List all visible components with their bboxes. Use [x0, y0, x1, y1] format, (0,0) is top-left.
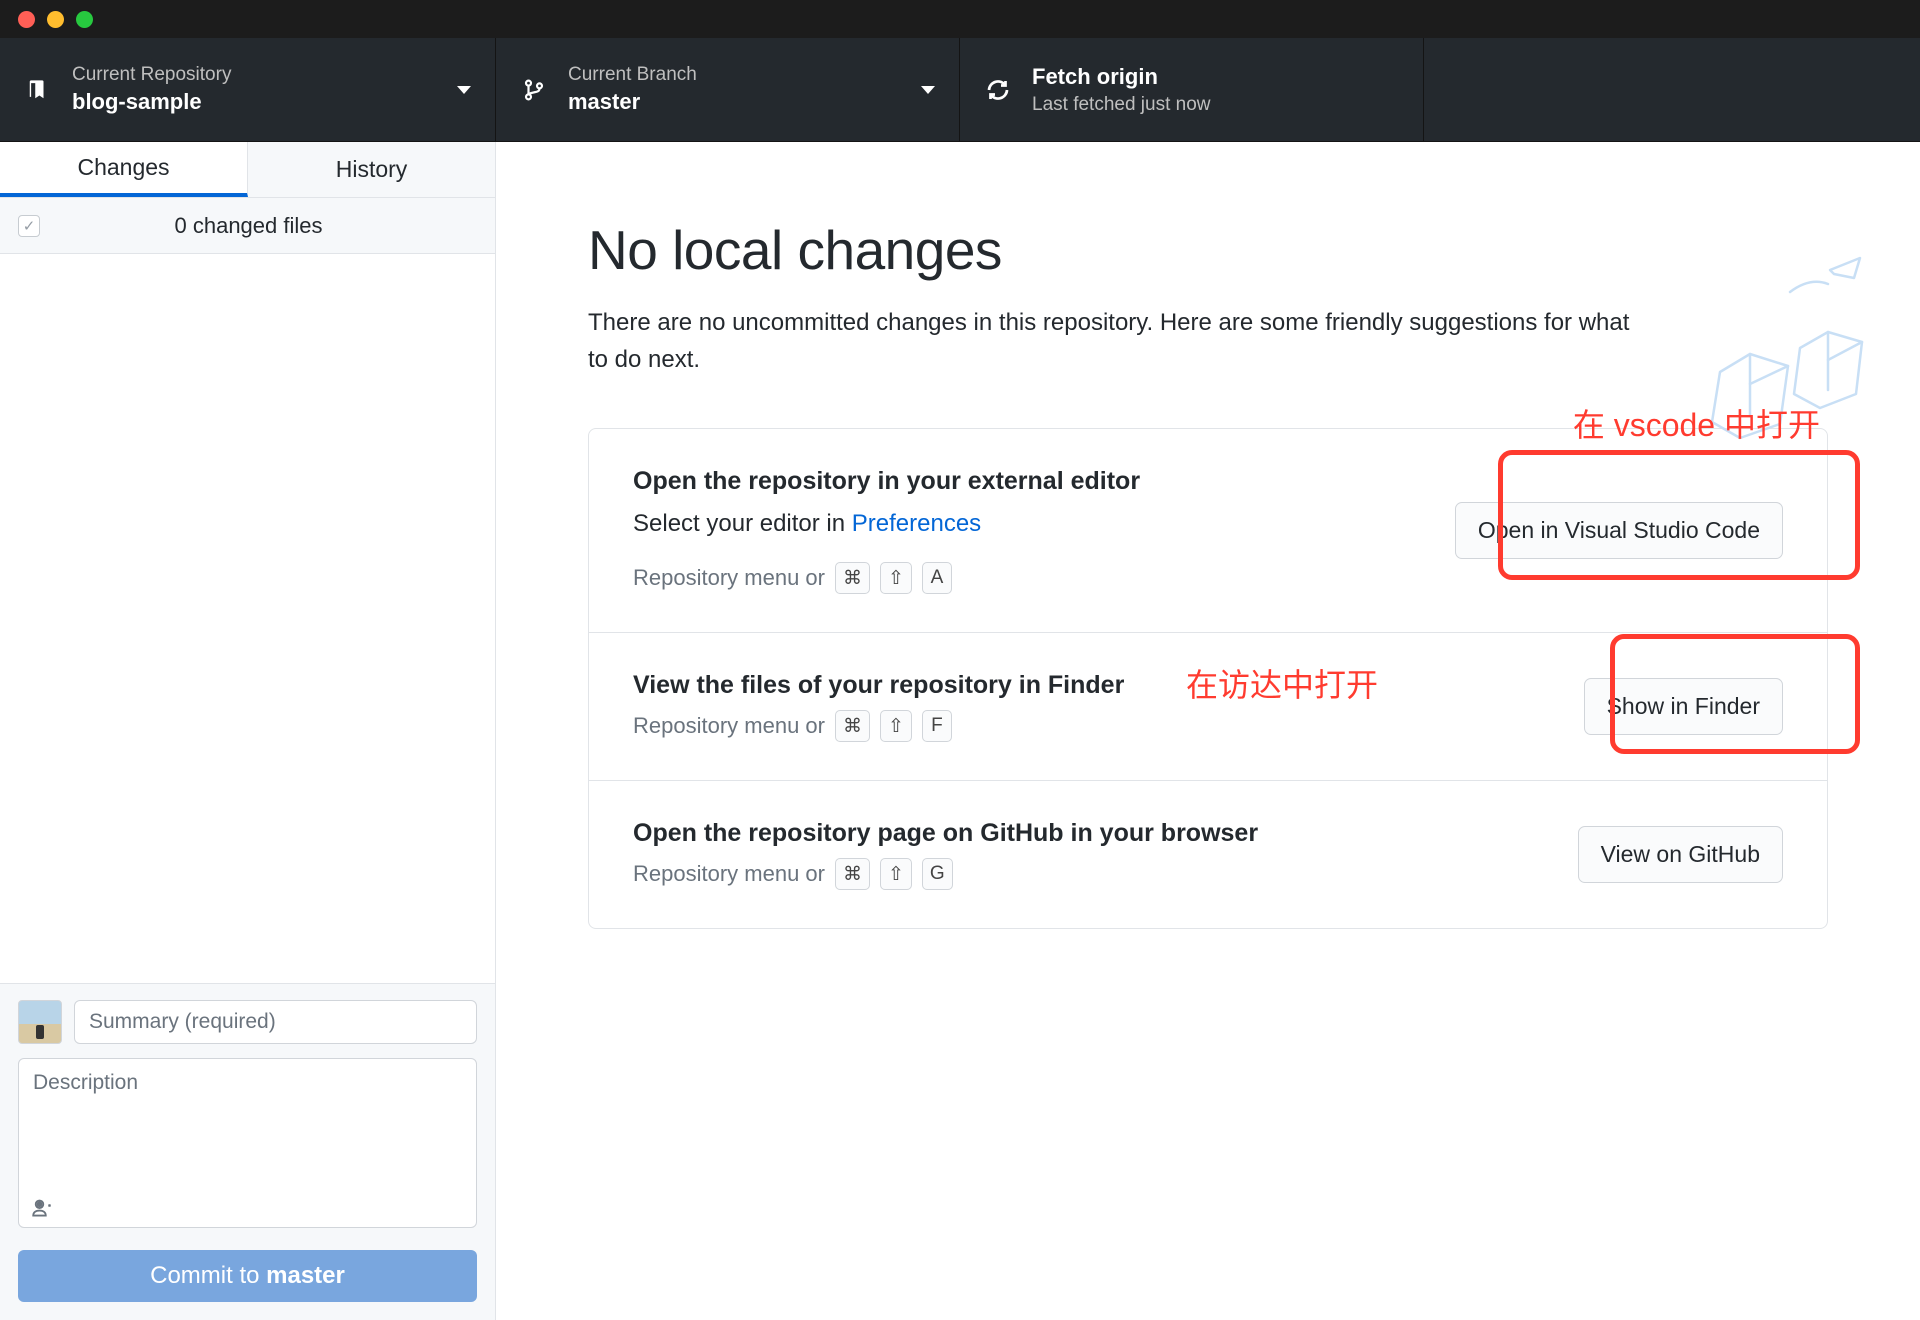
- page-title: No local changes: [588, 218, 1828, 282]
- view-github-button[interactable]: View on GitHub: [1578, 826, 1783, 883]
- card-hint: Repository menu or ⌘ ⇧ A: [633, 562, 1425, 594]
- branch-label: Current Branch: [568, 62, 697, 88]
- card-open-editor: Open the repository in your external edi…: [589, 429, 1827, 633]
- card-hint: Repository menu or ⌘ ⇧ F: [633, 710, 1554, 742]
- commit-form: Commit to master: [0, 983, 495, 1320]
- suggestion-cards: Open the repository in your external edi…: [588, 428, 1828, 929]
- branch-icon: [520, 79, 548, 101]
- titlebar: [0, 0, 1920, 38]
- open-vscode-button[interactable]: Open in Visual Studio Code: [1455, 502, 1783, 559]
- fetch-origin-button[interactable]: Fetch origin Last fetched just now: [960, 38, 1424, 141]
- changes-list: [0, 254, 495, 983]
- card-text: Select your editor in Preferences: [633, 506, 1425, 542]
- repo-name: blog-sample: [72, 87, 231, 117]
- card-show-finder: View the files of your repository in Fin…: [589, 633, 1827, 781]
- content: No local changes There are no uncommitte…: [496, 142, 1920, 1320]
- kbd: G: [922, 858, 953, 890]
- page-lead: There are no uncommitted changes in this…: [588, 304, 1648, 378]
- branch-name: master: [568, 87, 697, 117]
- branch-switcher[interactable]: Current Branch master: [496, 38, 960, 141]
- avatar: [18, 1000, 62, 1044]
- sidebar: Changes History ✓ 0 changed files Commit…: [0, 142, 496, 1320]
- show-finder-button[interactable]: Show in Finder: [1584, 678, 1783, 735]
- card-title: Open the repository page on GitHub in yo…: [633, 819, 1548, 848]
- main: Changes History ✓ 0 changed files Commit…: [0, 142, 1920, 1320]
- minimize-window-button[interactable]: [47, 11, 64, 28]
- repo-switcher[interactable]: Current Repository blog-sample: [0, 38, 496, 141]
- card-title: View the files of your repository in Fin…: [633, 671, 1554, 700]
- repo-label: Current Repository: [72, 62, 231, 88]
- preferences-link[interactable]: Preferences: [852, 510, 981, 537]
- chevron-down-icon: [457, 86, 471, 94]
- toolbar: Current Repository blog-sample Current B…: [0, 38, 1920, 142]
- commit-button-branch: master: [266, 1262, 345, 1289]
- chevron-down-icon: [921, 86, 935, 94]
- kbd: ⌘: [835, 858, 870, 890]
- add-coauthor-icon[interactable]: [30, 1198, 54, 1224]
- kbd: ⇧: [880, 562, 912, 594]
- close-window-button[interactable]: [18, 11, 35, 28]
- commit-summary-input[interactable]: [74, 1000, 477, 1044]
- commit-button[interactable]: Commit to master: [18, 1250, 477, 1302]
- kbd: ⌘: [835, 710, 870, 742]
- sync-icon: [984, 78, 1012, 102]
- kbd: ⌘: [835, 562, 870, 594]
- fetch-sublabel: Last fetched just now: [1032, 92, 1211, 118]
- changes-header: ✓ 0 changed files: [0, 198, 495, 254]
- changed-files-count: 0 changed files: [20, 213, 477, 239]
- card-title: Open the repository in your external edi…: [633, 467, 1425, 496]
- commit-button-prefix: Commit to: [150, 1262, 266, 1289]
- card-view-github: Open the repository page on GitHub in yo…: [589, 781, 1827, 928]
- sidebar-tabs: Changes History: [0, 142, 495, 198]
- tab-changes[interactable]: Changes: [0, 142, 248, 197]
- kbd: ⇧: [880, 710, 912, 742]
- card-hint: Repository menu or ⌘ ⇧ G: [633, 858, 1548, 890]
- kbd: F: [922, 710, 952, 742]
- maximize-window-button[interactable]: [76, 11, 93, 28]
- kbd: ⇧: [880, 858, 912, 890]
- fetch-label: Fetch origin: [1032, 62, 1211, 92]
- commit-description-input[interactable]: [18, 1058, 477, 1228]
- tab-history[interactable]: History: [248, 142, 495, 197]
- kbd: A: [922, 562, 952, 594]
- repo-icon: [24, 79, 52, 101]
